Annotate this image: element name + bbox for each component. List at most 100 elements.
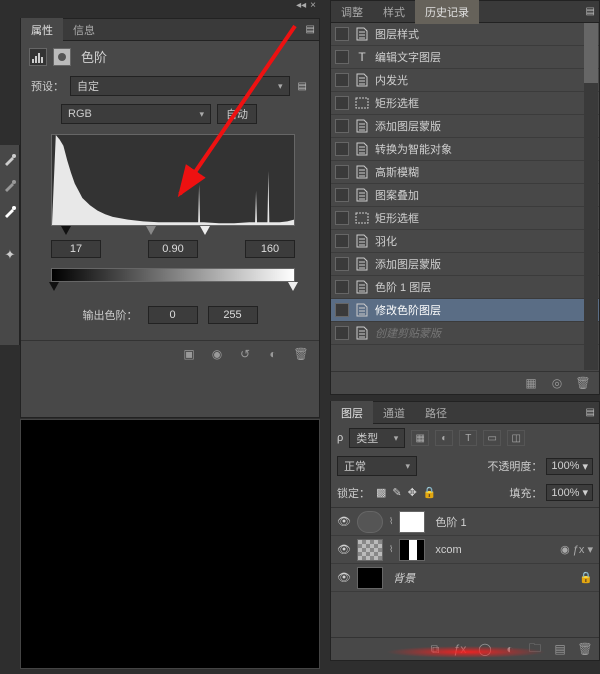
history-state-marker[interactable] <box>335 27 349 41</box>
delete-layer-icon[interactable]: 🗑 <box>577 642 593 656</box>
tab-properties[interactable]: 属性 <box>21 18 63 42</box>
lock-position-icon[interactable]: ✥ <box>408 486 417 499</box>
layer-name[interactable]: 色阶 1 <box>435 514 466 530</box>
output-white-field[interactable]: 255 <box>208 306 258 324</box>
layer-item[interactable]: 👁⌇色阶 1 <box>331 508 599 536</box>
history-item[interactable]: 色阶 1 图层 <box>331 276 599 299</box>
history-state-marker[interactable] <box>335 165 349 179</box>
scrollbar-thumb[interactable] <box>584 23 598 83</box>
history-state-marker[interactable] <box>335 280 349 294</box>
history-item[interactable]: 高斯模糊 <box>331 161 599 184</box>
sample-point-icon[interactable]: ✦ <box>2 247 18 263</box>
history-item[interactable]: 内发光 <box>331 69 599 92</box>
preset-menu-icon[interactable]: ▤ <box>298 81 307 92</box>
preset-select[interactable]: 自定 <box>70 76 290 96</box>
tab-info[interactable]: 信息 <box>63 18 105 42</box>
new-layer-icon[interactable]: ▤ <box>552 642 568 656</box>
history-scrollbar[interactable] <box>584 23 598 370</box>
filter-type-icon[interactable]: T <box>459 430 477 446</box>
output-black-handle[interactable] <box>49 282 59 291</box>
gamma-handle[interactable] <box>146 226 156 235</box>
history-item[interactable]: 转换为智能对象 <box>331 138 599 161</box>
layer-name[interactable]: 背景 <box>393 570 415 586</box>
visibility-eye-icon[interactable]: 👁 <box>337 515 351 529</box>
history-menu-icon[interactable]: ▤ <box>586 6 595 17</box>
visibility-eye-icon[interactable]: 👁 <box>337 571 351 585</box>
link-layers-icon[interactable]: ⧉ <box>427 642 443 656</box>
lock-transparent-icon[interactable]: ▩ <box>376 486 386 499</box>
history-item[interactable]: 图案叠加 <box>331 184 599 207</box>
visibility-eye-icon[interactable]: 👁 <box>337 543 351 557</box>
adjustment-layer-icon[interactable]: ◐ <box>502 642 518 656</box>
layers-menu-icon[interactable]: ▤ <box>586 407 595 418</box>
snapshot-icon[interactable]: ◎ <box>549 376 565 390</box>
history-state-marker[interactable] <box>335 257 349 271</box>
eyedropper-gray-icon[interactable] <box>2 177 18 193</box>
history-state-marker[interactable] <box>335 50 349 64</box>
input-gamma-field[interactable]: 0.90 <box>148 240 198 258</box>
opacity-field[interactable]: 100%▾ <box>546 458 593 475</box>
lock-all-icon[interactable]: 🔒 <box>423 486 437 499</box>
history-state-marker[interactable] <box>335 326 349 340</box>
history-item[interactable]: 添加图层蒙版 <box>331 115 599 138</box>
input-black-field[interactable]: 17 <box>51 240 101 258</box>
history-trash-icon[interactable]: 🗑 <box>575 376 591 390</box>
history-item[interactable]: 矩形选框 <box>331 207 599 230</box>
blend-mode-select[interactable]: 正常 <box>337 456 417 476</box>
toggle-visibility-icon[interactable]: ◐ <box>265 347 281 361</box>
tab-paths[interactable]: 路径 <box>415 401 457 425</box>
collapse-icon[interactable]: ◂◂ <box>296 0 306 11</box>
filter-shape-icon[interactable]: ▭ <box>483 430 501 446</box>
layer-mask-icon[interactable]: ◯ <box>477 642 493 656</box>
history-state-marker[interactable] <box>335 142 349 156</box>
output-white-handle[interactable] <box>288 282 298 291</box>
lock-paint-icon[interactable]: ✎ <box>392 486 401 499</box>
filter-pixel-icon[interactable]: ▦ <box>411 430 429 446</box>
tab-styles[interactable]: 样式 <box>373 0 415 24</box>
input-slider[interactable] <box>51 226 295 238</box>
history-state-marker[interactable] <box>335 96 349 110</box>
clip-icon[interactable]: ▣ <box>181 347 197 361</box>
close-icon[interactable]: × <box>310 0 316 11</box>
history-item[interactable]: 修改色阶图层 <box>331 299 599 322</box>
filter-smart-icon[interactable]: ◫ <box>507 430 525 446</box>
history-state-marker[interactable] <box>335 188 349 202</box>
history-state-marker[interactable] <box>335 303 349 317</box>
view-previous-icon[interactable]: ◉ <box>209 347 225 361</box>
eyedropper-white-icon[interactable] <box>2 203 18 219</box>
channel-select[interactable]: RGB <box>61 104 211 124</box>
layer-item[interactable]: 👁背景🔒 <box>331 564 599 592</box>
smart-filter-icon[interactable]: ◉ ƒx ▾ <box>560 543 593 556</box>
tab-history[interactable]: 历史记录 <box>415 0 479 24</box>
filter-kind-select[interactable]: 类型 <box>349 428 405 448</box>
history-item[interactable]: T编辑文字图层 <box>331 46 599 69</box>
history-state-marker[interactable] <box>335 211 349 225</box>
layer-name[interactable]: xcom <box>435 544 461 556</box>
white-point-handle[interactable] <box>200 226 210 235</box>
black-point-handle[interactable] <box>61 226 71 235</box>
reset-icon[interactable]: ↺ <box>237 347 253 361</box>
output-slider[interactable] <box>51 282 295 294</box>
trash-icon[interactable]: 🗑 <box>293 347 309 361</box>
fx-icon[interactable]: ƒx <box>452 642 468 656</box>
fill-field[interactable]: 100%▾ <box>546 484 593 501</box>
history-item[interactable]: 添加图层蒙版 <box>331 253 599 276</box>
layer-item[interactable]: 👁⌇xcom◉ ƒx ▾ <box>331 536 599 564</box>
history-item[interactable]: 创建剪贴蒙版 <box>331 322 599 345</box>
history-item[interactable]: 矩形选框 <box>331 92 599 115</box>
tab-channels[interactable]: 通道 <box>373 401 415 425</box>
history-state-marker[interactable] <box>335 119 349 133</box>
history-state-marker[interactable] <box>335 73 349 87</box>
history-state-marker[interactable] <box>335 234 349 248</box>
history-item[interactable]: 羽化 <box>331 230 599 253</box>
auto-button[interactable]: 自动 <box>217 104 257 124</box>
filter-adjust-icon[interactable]: ◐ <box>435 430 453 446</box>
output-black-field[interactable]: 0 <box>148 306 198 324</box>
create-document-icon[interactable]: ▦ <box>523 376 539 390</box>
input-white-field[interactable]: 160 <box>245 240 295 258</box>
group-icon[interactable]: 🗀 <box>527 642 543 656</box>
tab-layers[interactable]: 图层 <box>331 401 373 425</box>
panel-menu-icon[interactable]: ▤ <box>306 24 315 35</box>
tab-adjustments[interactable]: 调整 <box>331 0 373 24</box>
history-item[interactable]: 图层样式 <box>331 23 599 46</box>
